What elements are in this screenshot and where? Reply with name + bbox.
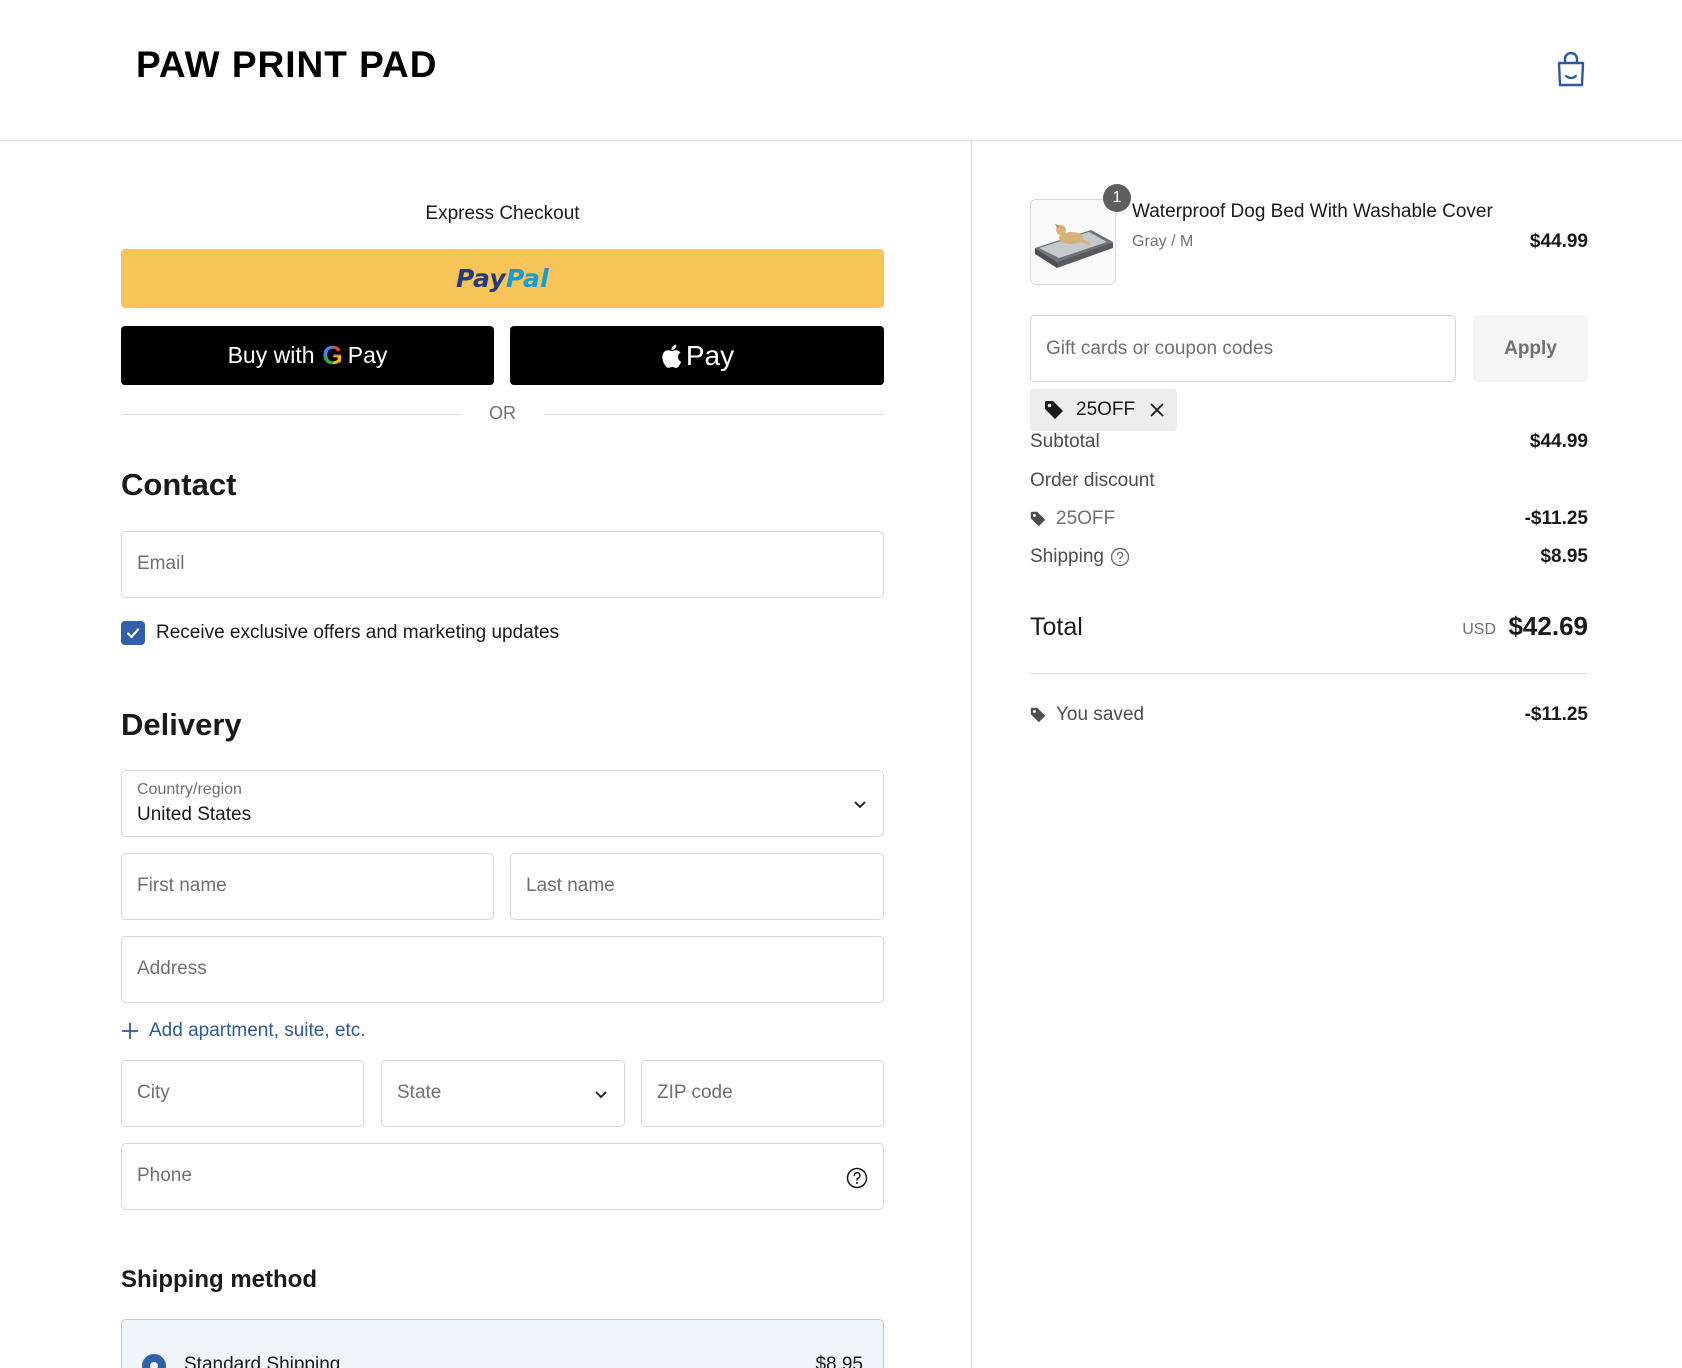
subtotal-label: Subtotal	[1030, 431, 1100, 452]
help-circle-icon[interactable]	[1110, 547, 1130, 567]
country-label: Country/region	[137, 781, 242, 798]
shipping-row: Shipping $8.95	[1030, 546, 1588, 572]
or-line-right	[544, 414, 884, 415]
express-checkout-title: Express Checkout	[425, 203, 580, 224]
tag-icon	[1030, 707, 1046, 723]
total-row: Total USD $42.69	[1030, 611, 1588, 645]
paypal-button[interactable]: PayPal	[121, 249, 884, 308]
checkmark-icon	[126, 628, 140, 639]
apple-pay-label: Pay	[685, 339, 735, 371]
product-thumbnail	[1030, 199, 1116, 285]
first-name-field[interactable]: First name	[121, 853, 494, 920]
quantity-badge: 1	[1103, 184, 1131, 212]
or-text: OR	[489, 403, 516, 423]
order-discount-row: Order discount	[1030, 470, 1588, 496]
discount-code: 25OFF	[1056, 508, 1116, 529]
marketing-checkbox[interactable]	[121, 621, 145, 645]
shipping-radio[interactable]	[142, 1354, 166, 1368]
city-placeholder: City	[137, 1082, 170, 1103]
phone-placeholder: Phone	[137, 1165, 192, 1186]
savings-row: You saved -$11.25	[1030, 704, 1588, 730]
chevron-down-icon	[854, 801, 866, 809]
email-placeholder: Email	[137, 553, 185, 574]
currency-code: USD	[1462, 621, 1496, 638]
savings-label: You saved	[1056, 704, 1145, 725]
shipping-option-name: Standard Shipping	[184, 1354, 341, 1368]
zip-field[interactable]: ZIP code	[641, 1060, 884, 1127]
discount-code-cell: 25OFF	[1030, 508, 1115, 530]
help-circle-icon[interactable]	[846, 1167, 868, 1189]
store-logo[interactable]: PAW PRINT PAD	[136, 44, 437, 86]
order-summary: 1 Waterproof Dog Bed With Washable Cover…	[1030, 141, 1588, 1368]
gpay-suffix: Pay	[347, 342, 388, 368]
chevron-down-icon	[595, 1091, 607, 1099]
delivery-title: Delivery	[121, 707, 242, 742]
discount-value: -$11.25	[1524, 508, 1588, 529]
applied-discount-chip: 25OFF	[1030, 389, 1178, 431]
country-value: United States	[137, 804, 252, 825]
savings-value: -$11.25	[1524, 704, 1588, 725]
checkout-form: Express Checkout PayPal Buy with G Pay P…	[121, 141, 884, 1368]
savings-cell: You saved	[1030, 704, 1144, 726]
apple-pay-button[interactable]: Pay	[510, 326, 884, 385]
column-divider	[971, 141, 972, 1368]
shipping-option-price: $8.95	[815, 1354, 863, 1368]
first-name-placeholder: First name	[137, 875, 227, 896]
state-select[interactable]: State	[381, 1060, 625, 1127]
shipping-option-standard[interactable]: Standard Shipping $8.95	[121, 1319, 884, 1368]
coupon-input[interactable]: Gift cards or coupon codes	[1030, 315, 1456, 382]
apply-coupon-button[interactable]: Apply	[1473, 315, 1588, 382]
total-value: $42.69	[1508, 611, 1588, 641]
shipping-cell: Shipping	[1030, 546, 1130, 568]
email-field[interactable]: Email	[121, 531, 884, 598]
shipping-method-title: Shipping method	[121, 1266, 317, 1293]
google-pay-button[interactable]: Buy with G Pay	[121, 326, 494, 385]
address-field[interactable]: Address	[121, 936, 884, 1003]
checkout-header: PAW PRINT PAD	[0, 0, 1682, 141]
marketing-optin[interactable]: Receive exclusive offers and marketing u…	[121, 620, 559, 646]
product-name: Waterproof Dog Bed With Washable Cover	[1132, 201, 1493, 222]
remove-discount-icon[interactable]	[1149, 402, 1165, 418]
shopping-bag-icon[interactable]	[1556, 52, 1586, 88]
or-separator: OR	[121, 403, 884, 427]
shipping-value: $8.95	[1540, 546, 1588, 567]
discount-code-row: 25OFF -$11.25	[1030, 508, 1588, 534]
plus-icon	[122, 1023, 138, 1039]
subtotal-row: Subtotal $44.99	[1030, 431, 1588, 457]
shipping-label: Shipping	[1030, 546, 1104, 567]
address-placeholder: Address	[137, 958, 207, 979]
subtotal-value: $44.99	[1529, 431, 1588, 452]
google-g-icon: G	[322, 340, 343, 370]
last-name-field[interactable]: Last name	[510, 853, 884, 920]
product-price: $44.99	[1529, 231, 1588, 252]
total-label: Total	[1030, 613, 1083, 641]
gpay-prefix: Buy with	[227, 342, 315, 368]
add-apartment-link[interactable]: Add apartment, suite, etc.	[121, 1018, 366, 1044]
city-field[interactable]: City	[121, 1060, 364, 1127]
coupon-placeholder: Gift cards or coupon codes	[1046, 338, 1274, 359]
product-variant: Gray / M	[1132, 233, 1194, 250]
zip-placeholder: ZIP code	[657, 1082, 733, 1103]
marketing-label: Receive exclusive offers and marketing u…	[156, 622, 560, 643]
dog-bed-image	[1031, 200, 1115, 284]
tag-icon	[1030, 511, 1046, 527]
country-select[interactable]: Country/region United States	[121, 770, 884, 837]
apple-icon	[662, 344, 681, 368]
summary-divider	[1030, 673, 1588, 674]
paypal-logo: PayPal	[455, 264, 550, 293]
phone-field[interactable]: Phone	[121, 1143, 884, 1210]
applied-code: 25OFF	[1076, 399, 1136, 420]
or-line-left	[121, 414, 461, 415]
add-apartment-label: Add apartment, suite, etc.	[149, 1020, 366, 1041]
state-placeholder: State	[397, 1082, 442, 1103]
contact-title: Contact	[121, 467, 237, 502]
last-name-placeholder: Last name	[526, 875, 615, 896]
tag-icon	[1045, 401, 1063, 419]
order-discount-label: Order discount	[1030, 470, 1155, 491]
